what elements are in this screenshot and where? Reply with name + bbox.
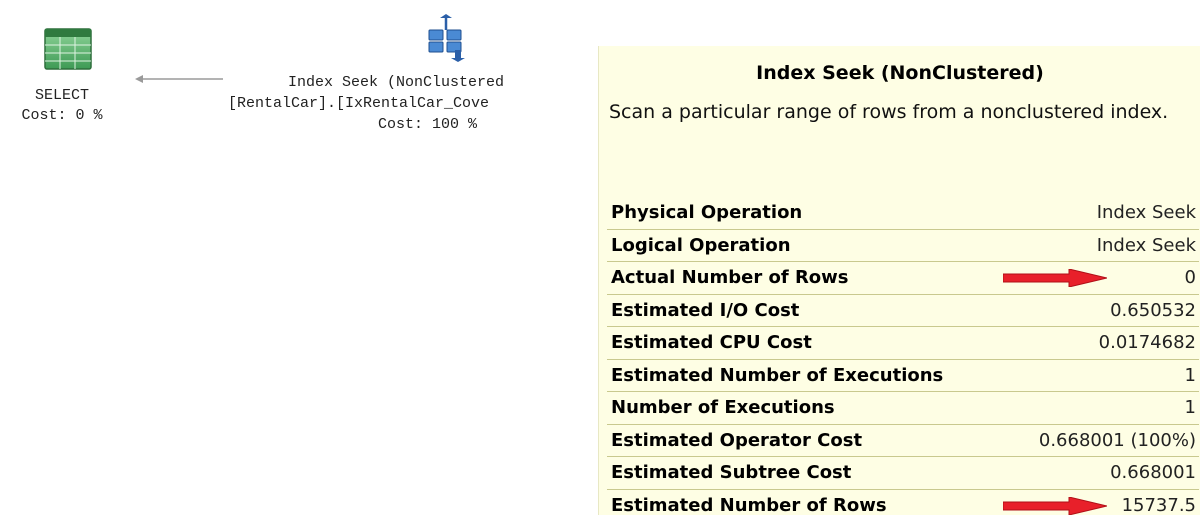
- property-value: Index Seek: [1096, 234, 1196, 256]
- property-row-actual-rows: Actual Number of Rows 0: [607, 262, 1199, 295]
- property-row-estimated-executions: Estimated Number of Executions 1: [607, 360, 1199, 392]
- select-node-label: SELECT Cost: 0 %: [0, 86, 124, 126]
- property-row-logical-operation: Logical Operation Index Seek: [607, 230, 1199, 262]
- property-row-estimated-io-cost: Estimated I/O Cost 0.650532: [607, 295, 1199, 327]
- property-label: Physical Operation: [611, 202, 803, 224]
- select-node-cost: Cost: 0 %: [21, 107, 103, 124]
- property-value: 1: [1184, 364, 1196, 386]
- index-seek-node-title: Index Seek (NonClustered: [288, 74, 505, 91]
- result-table-icon: [44, 28, 92, 70]
- property-value: 0.650532: [1110, 299, 1196, 321]
- property-label: Logical Operation: [611, 234, 791, 256]
- property-label: Number of Executions: [611, 397, 835, 419]
- property-value: 0.668001 (100%): [1038, 429, 1196, 451]
- data-flow-arrow: [135, 75, 223, 83]
- property-value: 0.0174682: [1098, 332, 1196, 354]
- property-label: Estimated CPU Cost: [611, 332, 812, 354]
- index-seek-icon[interactable]: [425, 14, 467, 62]
- property-row-estimated-operator-cost: Estimated Operator Cost 0.668001 (100%): [607, 425, 1199, 457]
- property-label: Estimated I/O Cost: [611, 299, 800, 321]
- property-label: Estimated Number of Executions: [611, 364, 944, 386]
- property-value: 0.668001: [1110, 462, 1196, 484]
- property-label: Estimated Number of Rows: [611, 494, 887, 515]
- property-row-estimated-cpu-cost: Estimated CPU Cost 0.0174682: [607, 327, 1199, 360]
- select-node-title: SELECT: [34, 87, 89, 104]
- tooltip-properties-table: Physical Operation Index Seek Logical Op…: [607, 197, 1199, 515]
- property-row-number-of-executions: Number of Executions 1: [607, 392, 1199, 425]
- index-seek-node-cost: Cost: 100 %: [378, 116, 478, 133]
- property-value: Index Seek: [1096, 202, 1196, 224]
- index-seek-node-object: [RentalCar].[IxRentalCar_Cove: [228, 95, 490, 112]
- property-label: Actual Number of Rows: [611, 267, 849, 289]
- property-label: Estimated Operator Cost: [611, 429, 863, 451]
- property-row-physical-operation: Physical Operation Index Seek: [607, 197, 1199, 230]
- property-value: 15737.5: [1121, 494, 1196, 515]
- property-row-estimated-rows: Estimated Number of Rows 15737.5: [607, 490, 1199, 515]
- red-arrow-annotation-icon: [1003, 496, 1107, 515]
- tooltip-description: Scan a particular range of rows from a n…: [609, 101, 1169, 123]
- property-row-estimated-subtree-cost: Estimated Subtree Cost 0.668001: [607, 457, 1199, 490]
- red-arrow-annotation-icon: [1003, 269, 1107, 287]
- operator-properties-tooltip: Index Seek (NonClustered) Scan a particu…: [598, 46, 1200, 515]
- index-seek-node-label[interactable]: Index Seek (NonClustered [RentalCar].[Ix…: [228, 72, 648, 156]
- property-label: Estimated Subtree Cost: [611, 462, 852, 484]
- property-value: 1: [1184, 397, 1196, 419]
- property-value: 0: [1184, 267, 1196, 289]
- tooltip-title: Index Seek (NonClustered): [756, 62, 1044, 84]
